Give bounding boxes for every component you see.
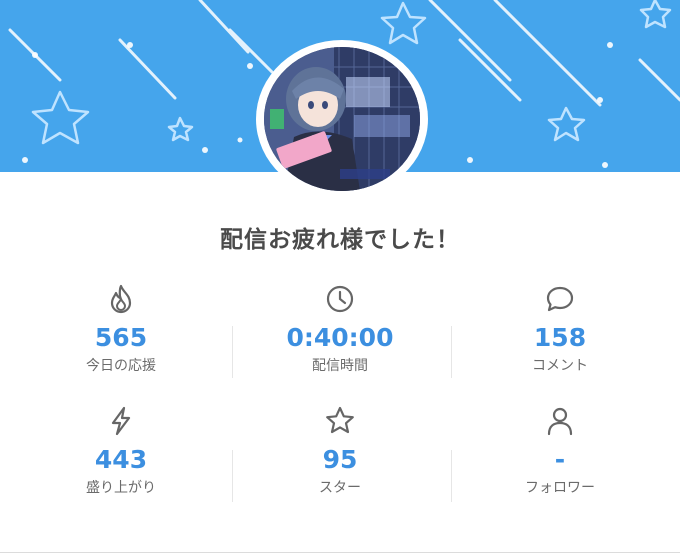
clock-icon: [227, 282, 453, 316]
stat-value: 158: [533, 323, 587, 352]
divider: [451, 326, 452, 378]
divider: [232, 326, 233, 378]
stat-value: -: [554, 445, 566, 474]
stat-label: スター: [319, 480, 361, 496]
divider: [451, 450, 452, 502]
stat-value: 443: [94, 445, 148, 474]
stat-label: コメント: [532, 358, 588, 374]
stat-stars: 95 スター: [227, 404, 453, 498]
stat-label: 盛り上がり: [86, 480, 156, 496]
stat-excitement: 443 盛り上がり: [8, 404, 234, 498]
lightning-icon: [8, 404, 234, 438]
page-title: 配信お疲れ様でした！: [220, 227, 460, 253]
stat-value: 0:40:00: [286, 323, 394, 352]
stat-comments: 158 コメント: [447, 282, 673, 376]
comment-icon: [447, 282, 673, 316]
stat-stream-time: 0:40:00 配信時間: [227, 282, 453, 376]
divider: [232, 450, 233, 502]
avatar-image: [264, 47, 420, 191]
star-icon: [227, 404, 453, 438]
stat-label: フォロワー: [525, 480, 595, 496]
person-icon: [447, 404, 673, 438]
stat-label: 今日の応援: [86, 358, 156, 374]
stat-followers: - フォロワー: [447, 404, 673, 498]
bottom-divider: [0, 552, 680, 553]
stat-value: 565: [94, 323, 148, 352]
stat-value: 95: [322, 445, 358, 474]
avatar[interactable]: [264, 47, 420, 191]
stat-label: 配信時間: [312, 358, 368, 374]
fire-icon: [8, 282, 234, 316]
stat-today-support: 565 今日の応援: [8, 282, 234, 376]
